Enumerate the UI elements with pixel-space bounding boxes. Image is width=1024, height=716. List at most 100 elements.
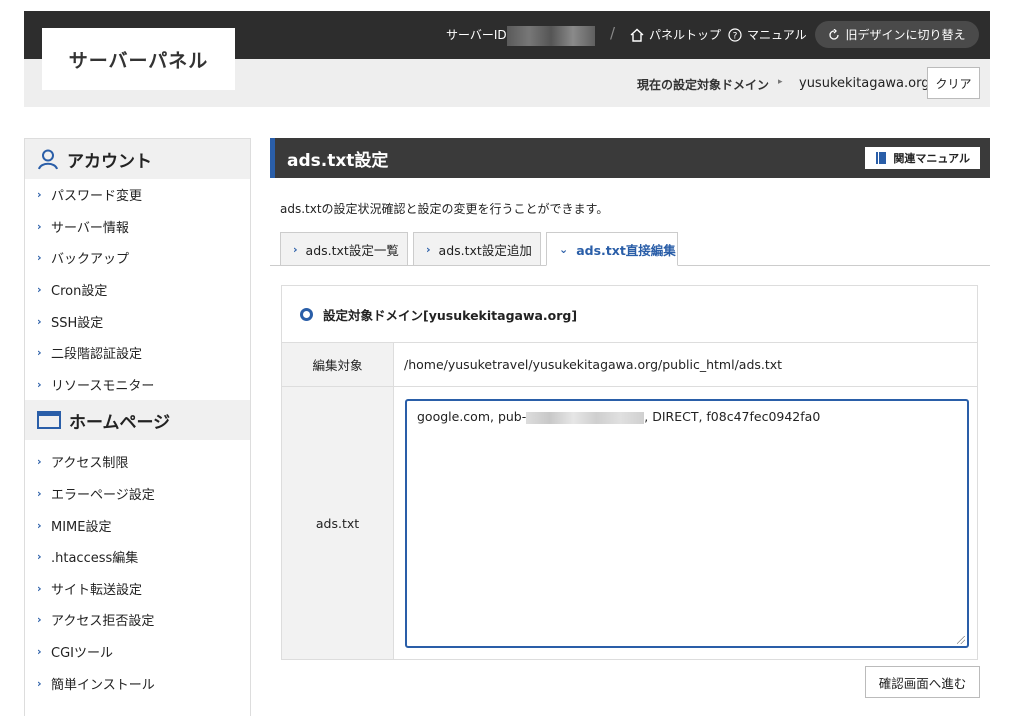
edit-target-path: /home/yusuketravel/yusukekitagawa.org/pu… <box>404 357 783 372</box>
home-icon <box>630 28 644 42</box>
sidebar-item-label: .htaccess編集 <box>51 551 139 567</box>
sidebar-item-label: リソースモニター <box>51 378 155 394</box>
header: サーバーパネル サーバーID / パネルトップ ? マニュアル 旧デザインに切り… <box>24 11 990 107</box>
sidebar-item-label: パスワード変更 <box>51 189 143 205</box>
tab-label: ads.txt設定追加 <box>438 242 532 258</box>
sidebar-item-mime[interactable]: › MIME設定 <box>25 509 250 541</box>
sidebar-item-site-forward[interactable]: › サイト転送設定 <box>25 573 250 605</box>
switch-design-label: 旧デザインに切り替え <box>845 28 966 42</box>
sidebar-item-label: 二段階認証設定 <box>51 347 143 363</box>
page-description: ads.txtの設定状況確認と設定の変更を行うことができます。 <box>280 202 609 216</box>
chevron-right-icon: › <box>37 314 42 328</box>
chevron-right-icon: › <box>426 242 431 256</box>
chevron-right-icon: › <box>37 283 42 297</box>
sidebar-item-easy-install[interactable]: › 簡単インストール <box>25 667 250 699</box>
chevron-right-icon: › <box>37 188 42 202</box>
sidebar-item-htaccess[interactable]: › .htaccess編集 <box>25 541 250 573</box>
sidebar-heading-account: アカウント <box>25 139 250 179</box>
chevron-down-icon: ⌄ <box>559 242 569 256</box>
page-title-bar: ads.txt設定 関連マニュアル <box>270 138 990 178</box>
tab-bar: › ads.txt設定一覧 › ads.txt設定追加 ⌄ ads.txt直接編… <box>270 232 990 266</box>
user-icon <box>38 149 58 170</box>
target-domain-label: 設定対象ドメイン[yusukekitagawa.org] <box>323 307 578 323</box>
sidebar-item-cgi-tools[interactable]: › CGIツール <box>25 636 250 668</box>
sidebar-item-label: MIME設定 <box>51 519 112 535</box>
sidebar-item-two-factor[interactable]: › 二段階認証設定 <box>25 337 250 369</box>
server-id-redacted <box>507 26 595 46</box>
server-id-label: サーバーID <box>446 28 507 42</box>
chevron-right-icon: › <box>37 487 42 501</box>
chevron-right-icon: › <box>37 377 42 391</box>
ads-line-prefix: google.com, pub- <box>417 409 527 424</box>
sidebar-item-label: CGIツール <box>51 646 113 662</box>
manual-link[interactable]: ? マニュアル <box>728 26 807 43</box>
sidebar-item-ssh[interactable]: › SSH設定 <box>25 305 250 337</box>
panel-top-link[interactable]: パネルトップ <box>630 26 721 43</box>
chevron-right-icon: › <box>37 550 42 564</box>
panel-top-label: パネルトップ <box>649 28 722 42</box>
sidebar-item-label: アクセス制限 <box>51 456 129 472</box>
chevron-right-icon: › <box>37 346 42 360</box>
tab-label: ads.txt直接編集 <box>576 242 676 258</box>
sidebar-item-cron[interactable]: › Cron設定 <box>25 274 250 306</box>
chevron-right-icon: › <box>293 242 298 256</box>
header-separator: / <box>610 24 616 42</box>
tab-ads-add[interactable]: › ads.txt設定追加 <box>413 232 541 266</box>
server-panel-logo[interactable]: サーバーパネル <box>42 28 235 90</box>
chevron-right-icon: › <box>37 518 42 532</box>
sidebar-item-label: SSH設定 <box>51 315 104 331</box>
chevron-right-icon: › <box>37 676 42 690</box>
sidebar: アカウント › パスワード変更 › サーバー情報 › バックアップ › Cron設定 ›… <box>24 138 251 716</box>
sidebar-heading-account-label: アカウント <box>67 151 152 172</box>
sidebar-item-resource-monitor[interactable]: › リソースモニター <box>25 369 250 401</box>
chevron-right-icon: › <box>37 251 42 265</box>
edit-panel: 設定対象ドメイン[yusukekitagawa.org] 編集対象 /home/… <box>281 285 978 660</box>
sidebar-item-label: サーバー情報 <box>51 220 129 236</box>
sidebar-item-password[interactable]: › パスワード変更 <box>25 179 250 211</box>
sidebar-heading-homepage-label: ホームページ <box>69 412 171 433</box>
publisher-id-redacted <box>526 411 645 424</box>
sidebar-heading-homepage: ホームページ <box>25 400 250 441</box>
sidebar-item-label: バックアップ <box>51 252 130 268</box>
chevron-right-icon: › <box>37 613 42 627</box>
manual-label: マニュアル <box>747 28 807 42</box>
help-icon: ? <box>728 27 742 42</box>
current-domain-label: 現在の設定対象ドメイン <box>637 78 770 92</box>
chevron-right-icon: › <box>37 455 42 469</box>
related-manual-label: 関連マニュアル <box>893 152 970 165</box>
sidebar-item-server-info[interactable]: › サーバー情報 <box>25 211 250 243</box>
ads-txt-editor[interactable]: google.com, pub- , DIRECT, f08c47fec0942f… <box>405 399 969 648</box>
current-domain-value: yusukekitagawa.org <box>799 76 930 91</box>
confirm-button[interactable]: 確認画面へ進む <box>865 666 980 698</box>
ads-line-suffix: , DIRECT, f08c47fec0942fa0 <box>644 409 821 424</box>
clear-button[interactable]: クリア <box>927 67 980 99</box>
sidebar-item-label: Cron設定 <box>51 284 108 300</box>
switch-design-button[interactable]: 旧デザインに切り替え <box>815 21 979 48</box>
sidebar-item-label: アクセス拒否設定 <box>51 614 155 630</box>
tab-label: ads.txt設定一覧 <box>305 242 399 258</box>
sidebar-item-label: 簡単インストール <box>51 677 155 693</box>
page-title: ads.txt設定 <box>287 150 389 171</box>
refresh-icon <box>829 28 840 40</box>
sidebar-item-error-page[interactable]: › エラーページ設定 <box>25 478 250 510</box>
target-domain-header: 設定対象ドメイン[yusukekitagawa.org] <box>282 286 977 343</box>
svg-text:?: ? <box>733 31 738 41</box>
tab-ads-list[interactable]: › ads.txt設定一覧 <box>280 232 408 266</box>
sidebar-item-access-deny[interactable]: › アクセス拒否設定 <box>25 604 250 636</box>
chevron-right-icon: › <box>37 645 42 659</box>
book-icon <box>876 152 887 164</box>
resize-handle-icon[interactable] <box>957 636 965 644</box>
radio-indicator-icon <box>300 307 313 321</box>
edit-target-label: 編集対象 <box>282 343 394 386</box>
chevron-right-icon: › <box>37 219 42 233</box>
browser-window-icon <box>37 411 61 430</box>
chevron-right-icon: › <box>37 581 42 595</box>
ads-txt-label: ads.txt <box>282 387 394 659</box>
sidebar-item-backup[interactable]: › バックアップ <box>25 242 250 274</box>
chevron-right-icon: ▸ <box>778 77 783 87</box>
edit-target-row: 編集対象 /home/yusuketravel/yusukekitagawa.o… <box>282 343 977 387</box>
sidebar-item-label: サイト転送設定 <box>51 582 143 598</box>
tab-ads-direct-edit[interactable]: ⌄ ads.txt直接編集 <box>546 232 678 266</box>
related-manual-button[interactable]: 関連マニュアル <box>865 147 980 169</box>
sidebar-item-access-limit[interactable]: › アクセス制限 <box>25 446 250 478</box>
